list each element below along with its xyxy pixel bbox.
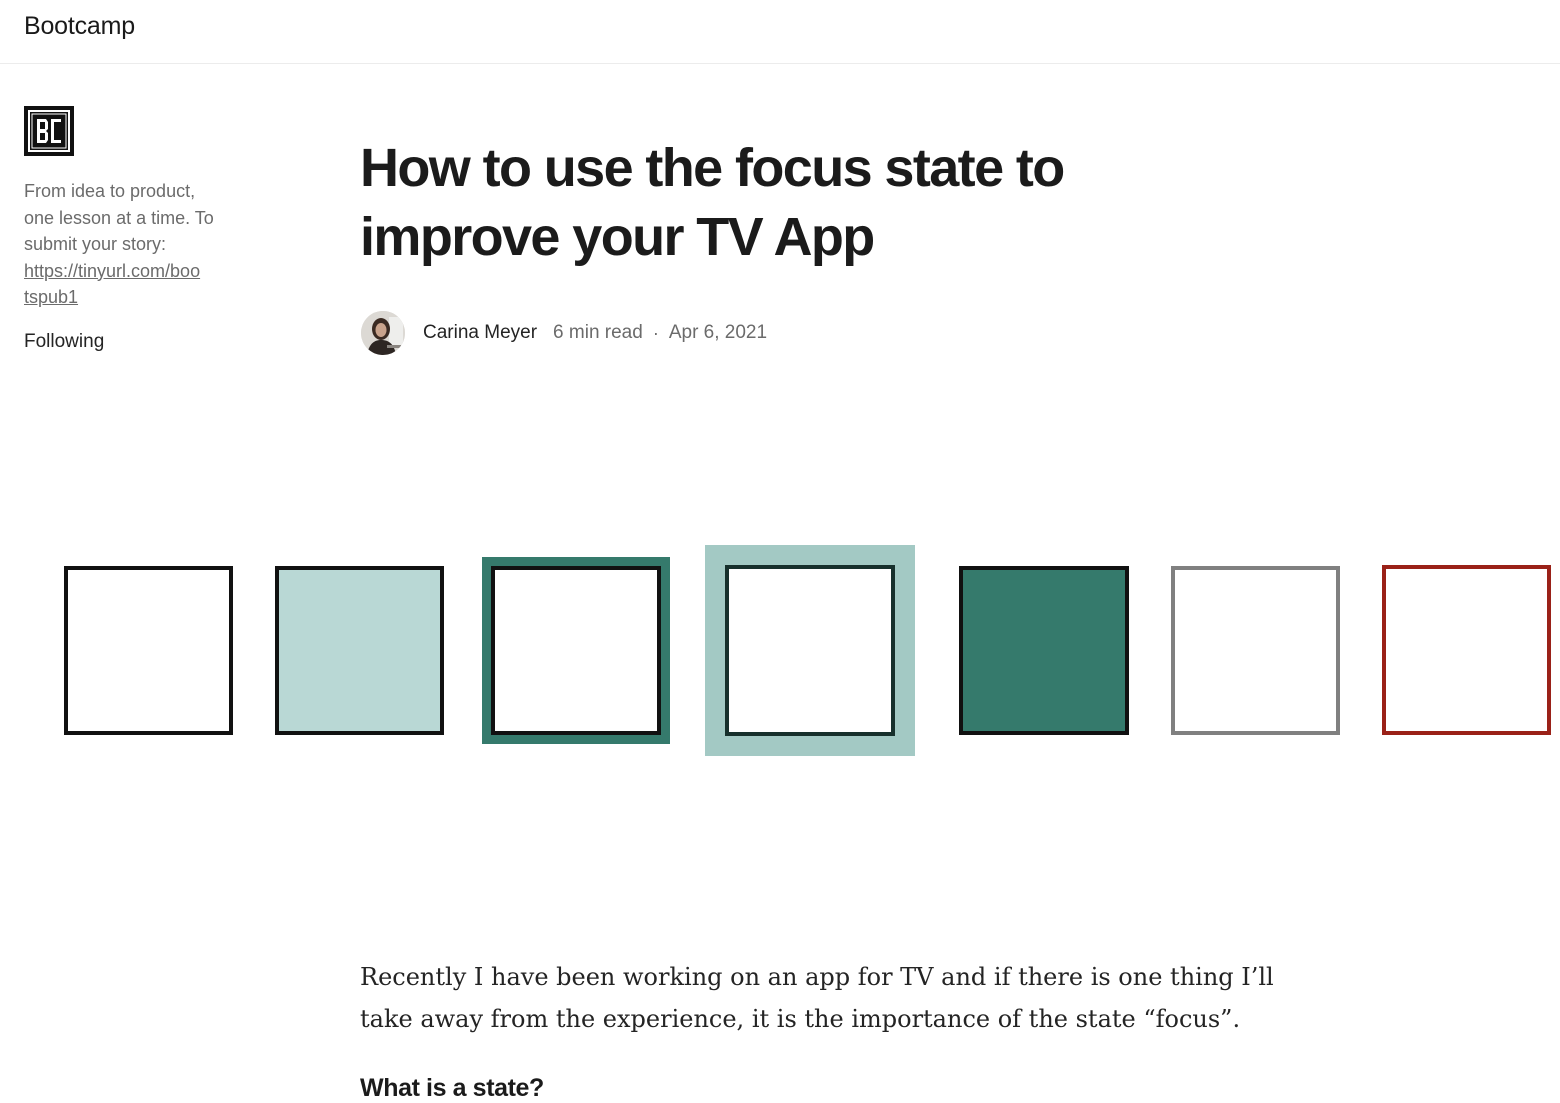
submit-story-link[interactable]: https://tinyurl.com/boo	[24, 258, 224, 285]
byline: Carina Meyer 6 min read · Apr 6, 2021	[361, 311, 767, 355]
bc-logo-icon	[28, 110, 70, 152]
author-avatar[interactable]	[361, 311, 405, 355]
state-box-dark-outline	[482, 557, 670, 744]
author-photo-icon	[361, 311, 405, 355]
meta-separator: ·	[652, 322, 659, 343]
author-name[interactable]: Carina Meyer	[423, 322, 537, 344]
publication-description: From idea to product, one lesson at a ti…	[24, 178, 224, 311]
title-line: How to use the focus state to	[360, 138, 1065, 198]
article-paragraph: Recently I have been working on an app f…	[360, 956, 1274, 1040]
state-box-dark-fill	[959, 566, 1129, 735]
focus-states-illustration	[0, 540, 1560, 765]
description-line: submit your story:	[24, 234, 167, 254]
title-line: improve your TV App	[360, 207, 875, 267]
paragraph-line: take away from the experience, it is the…	[360, 1005, 1241, 1033]
publish-date: Apr 6, 2021	[668, 322, 768, 343]
submit-story-link-continued[interactable]: tspub1	[24, 284, 224, 311]
following-button[interactable]: Following	[24, 331, 224, 353]
state-box-default	[64, 566, 233, 735]
paragraph-line: Recently I have been working on an app f…	[360, 963, 1274, 991]
description-line: one lesson at a time. To	[24, 207, 214, 228]
state-box-focus-halo	[705, 545, 915, 756]
publication-sidebar: From idea to product, one lesson at a ti…	[24, 106, 224, 353]
state-box-light-fill	[275, 566, 444, 735]
read-time: 6 min read	[553, 322, 643, 343]
publication-name[interactable]: Bootcamp	[24, 12, 135, 41]
state-box-dark-outline-inner	[491, 566, 661, 735]
state-box-disabled	[1171, 566, 1340, 735]
description-line: From idea to product,	[24, 181, 196, 201]
state-box-error	[1382, 565, 1551, 735]
state-box-focus-halo-inner	[725, 565, 895, 736]
bc-monogram-logo[interactable]	[24, 106, 74, 156]
top-bar: Bootcamp	[0, 0, 1560, 64]
article-title: How to use the focus state to improve yo…	[360, 134, 1260, 272]
section-heading: What is a state?	[360, 1074, 544, 1102]
